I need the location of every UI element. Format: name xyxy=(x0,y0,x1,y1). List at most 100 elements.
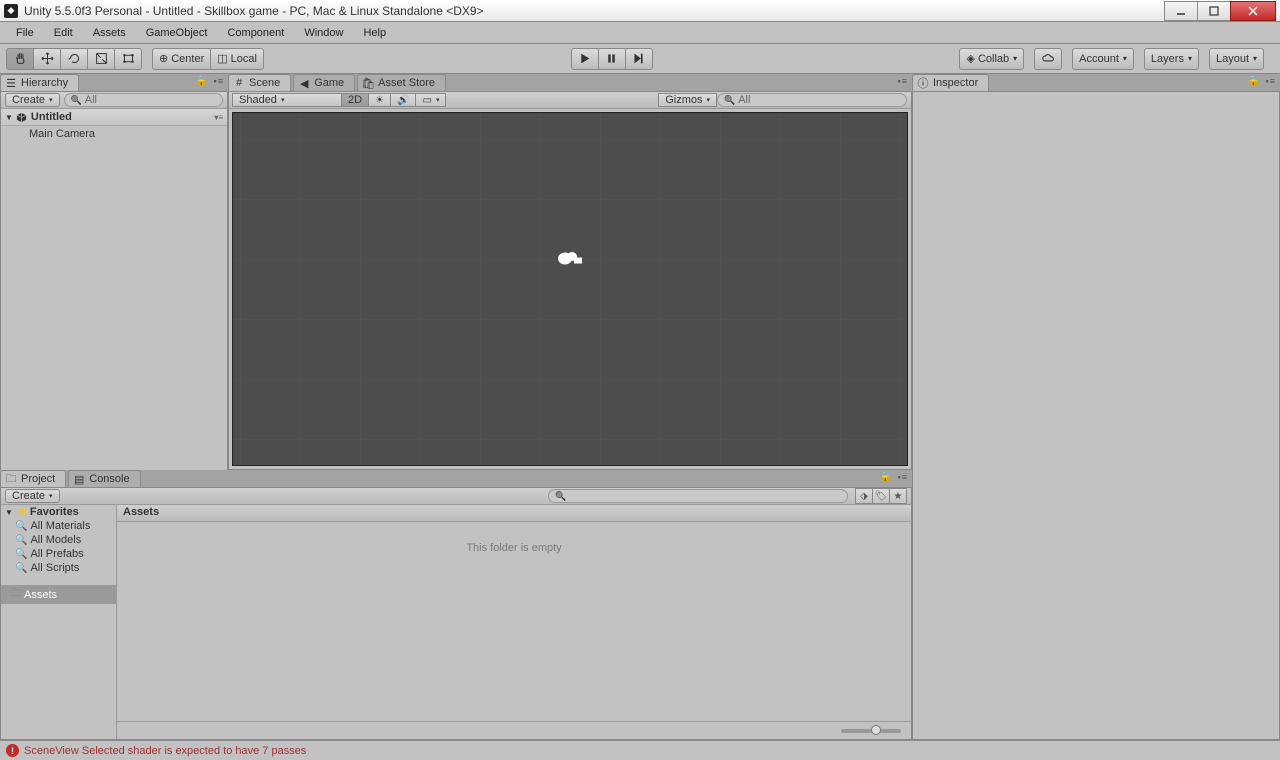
account-dropdown[interactable]: Account xyxy=(1072,48,1134,70)
scene-tab-icon: # xyxy=(233,77,245,89)
menu-assets[interactable]: Assets xyxy=(83,24,136,42)
scene-panel: Shaded 2D ☀ 🔊 ▭ Gizmos All xyxy=(228,91,912,470)
status-bar[interactable]: ! SceneView Selected shader is expected … xyxy=(0,740,1280,760)
hand-tool-button[interactable] xyxy=(6,48,34,70)
project-footer xyxy=(117,721,911,739)
scene-tabstrip: #Scene ◀Game 🛍Asset Store ▪≡ xyxy=(228,74,912,91)
pivot-center-button[interactable]: ⊕ Center xyxy=(152,48,211,70)
hierarchy-create-dropdown[interactable]: Create xyxy=(5,93,60,107)
inspector-icon: ⓘ xyxy=(917,77,929,89)
search-icon: 🔍 xyxy=(15,535,27,546)
scale-tool-button[interactable] xyxy=(87,48,115,70)
inspector-tab[interactable]: ⓘInspector xyxy=(912,74,989,91)
project-search-input[interactable] xyxy=(548,489,848,503)
project-icon: 🗀 xyxy=(5,473,17,485)
lighting-toggle[interactable]: ☀ xyxy=(368,93,391,107)
hierarchy-icon: ☰ xyxy=(5,77,17,89)
2d-toggle[interactable]: 2D xyxy=(341,93,369,107)
project-lock-icon[interactable]: 🔒 xyxy=(879,472,891,483)
window-titlebar: ◆ Unity 5.5.0f3 Personal - Untitled - Sk… xyxy=(0,0,1280,22)
window-title: Unity 5.5.0f3 Personal - Untitled - Skil… xyxy=(24,4,1165,18)
assets-folder[interactable]: 🗀Assets xyxy=(1,585,116,604)
game-tab-icon: ◀ xyxy=(298,77,310,89)
pivot-local-button[interactable]: ◫ Local xyxy=(210,48,264,70)
fav-all-models[interactable]: 🔍All Models xyxy=(1,533,116,547)
close-button[interactable] xyxy=(1230,1,1276,21)
filter-by-label-button[interactable]: 🏷 xyxy=(872,488,890,504)
project-tree: ★Favorites 🔍All Materials 🔍All Models 🔍A… xyxy=(1,505,117,739)
scene-search-input[interactable]: All xyxy=(717,93,907,107)
minimize-button[interactable] xyxy=(1164,1,1198,21)
search-icon: 🔍 xyxy=(15,549,27,560)
rotate-tool-button[interactable] xyxy=(60,48,88,70)
unity-logo-icon: ◆ xyxy=(4,4,18,18)
rect-tool-button[interactable] xyxy=(114,48,142,70)
layers-dropdown[interactable]: Layers xyxy=(1144,48,1199,70)
favorites-header[interactable]: ★Favorites xyxy=(1,505,116,519)
unity-scene-icon xyxy=(16,112,27,123)
project-tabstrip: 🗀Project ▤Console 🔒 ▪≡ xyxy=(0,470,912,487)
panel-menu-icon[interactable]: ▪≡ xyxy=(214,76,224,87)
folder-icon: 🗀 xyxy=(11,586,21,603)
layout-dropdown[interactable]: Layout xyxy=(1209,48,1264,70)
hierarchy-item-main-camera[interactable]: Main Camera xyxy=(1,126,227,142)
play-button[interactable] xyxy=(571,48,599,70)
project-panel: Create ⬗ 🏷 ★ ★Favorites 🔍All Materials 🔍… xyxy=(0,487,912,740)
lock-icon[interactable]: 🔒 xyxy=(195,76,207,87)
gizmos-dropdown[interactable]: Gizmos xyxy=(658,93,717,107)
shading-mode-dropdown[interactable]: Shaded xyxy=(232,93,342,107)
scene-grid xyxy=(233,113,907,465)
empty-folder-label: This folder is empty xyxy=(117,522,911,721)
error-icon: ! xyxy=(6,744,19,757)
move-tool-button[interactable] xyxy=(33,48,61,70)
menu-window[interactable]: Window xyxy=(294,24,353,42)
scene-name: Untitled xyxy=(31,111,72,123)
menu-file[interactable]: File xyxy=(6,24,44,42)
inspector-tabstrip: ⓘInspector 🔒 ▪≡ xyxy=(912,74,1280,91)
asset-store-icon: 🛍 xyxy=(362,77,374,89)
project-create-dropdown[interactable]: Create xyxy=(5,489,60,503)
status-message: SceneView Selected shader is expected to… xyxy=(24,745,306,757)
inspector-panel xyxy=(912,91,1280,740)
menu-edit[interactable]: Edit xyxy=(44,24,83,42)
hierarchy-tab[interactable]: ☰Hierarchy xyxy=(0,74,79,91)
asset-store-tab[interactable]: 🛍Asset Store xyxy=(357,74,446,91)
filter-by-type-button[interactable]: ⬗ xyxy=(855,488,873,504)
console-icon: ▤ xyxy=(73,473,85,485)
game-tab[interactable]: ◀Game xyxy=(293,74,355,91)
audio-toggle[interactable]: 🔊 xyxy=(390,93,416,107)
step-button[interactable] xyxy=(625,48,653,70)
fx-dropdown[interactable]: ▭ xyxy=(415,93,446,107)
maximize-button[interactable] xyxy=(1197,1,1231,21)
fav-all-scripts[interactable]: 🔍All Scripts xyxy=(1,561,116,575)
project-breadcrumb[interactable]: Assets xyxy=(117,505,911,522)
project-tab[interactable]: 🗀Project xyxy=(0,470,66,487)
scene-root[interactable]: Untitled ▾≡ xyxy=(1,109,227,126)
icon-size-slider[interactable] xyxy=(841,729,901,733)
menu-help[interactable]: Help xyxy=(353,24,396,42)
star-icon: ★ xyxy=(18,507,27,518)
menu-gameobject[interactable]: GameObject xyxy=(136,24,218,42)
cloud-button[interactable] xyxy=(1034,48,1062,70)
save-search-button[interactable]: ★ xyxy=(889,488,907,504)
scene-tab[interactable]: #Scene xyxy=(228,74,291,91)
inspector-panel-menu-icon[interactable]: ▪≡ xyxy=(1266,76,1276,87)
inspector-lock-icon[interactable]: 🔒 xyxy=(1247,76,1259,87)
camera-gizmo-icon[interactable] xyxy=(556,249,584,272)
menu-bar: File Edit Assets GameObject Component Wi… xyxy=(0,22,1280,44)
scene-view-toolbar: Shaded 2D ☀ 🔊 ▭ Gizmos All xyxy=(229,92,911,109)
collab-dropdown[interactable]: ◈ Collab xyxy=(959,48,1024,70)
scene-menu-icon[interactable]: ▾≡ xyxy=(214,113,223,122)
menu-component[interactable]: Component xyxy=(217,24,294,42)
search-icon: 🔍 xyxy=(15,521,27,532)
fav-all-materials[interactable]: 🔍All Materials xyxy=(1,519,116,533)
search-icon: 🔍 xyxy=(15,563,27,574)
project-panel-menu-icon[interactable]: ▪≡ xyxy=(898,472,908,483)
scene-viewport[interactable] xyxy=(232,112,908,466)
console-tab[interactable]: ▤Console xyxy=(68,470,140,487)
main-toolbar: ⊕ Center ◫ Local ◈ Collab Account Layers… xyxy=(0,44,1280,74)
scene-panel-menu-icon[interactable]: ▪≡ xyxy=(898,76,908,86)
hierarchy-search-input[interactable]: All xyxy=(64,93,223,107)
pause-button[interactable] xyxy=(598,48,626,70)
fav-all-prefabs[interactable]: 🔍All Prefabs xyxy=(1,547,116,561)
